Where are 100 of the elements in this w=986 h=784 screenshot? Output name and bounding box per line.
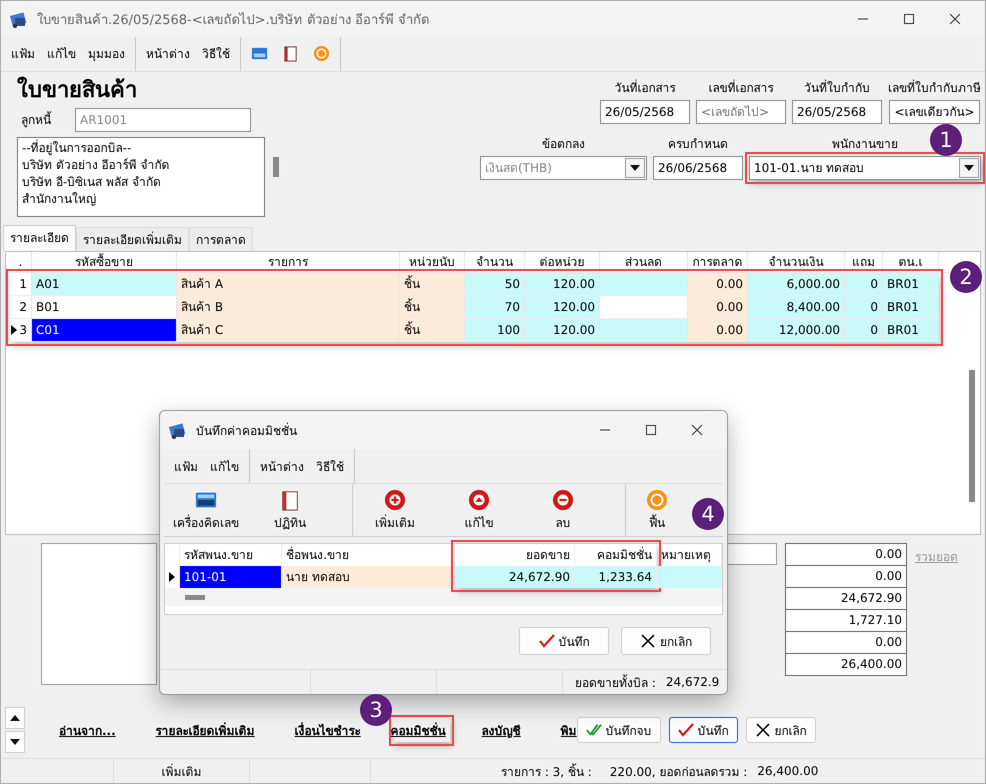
scroll-down-button[interactable] bbox=[5, 731, 25, 754]
row-number: 2 bbox=[19, 298, 27, 316]
document-field[interactable]: 26/05/2568 bbox=[792, 100, 882, 124]
menu-item[interactable]: แฟ้ม bbox=[11, 44, 35, 64]
table-cell[interactable]: ชิ้น bbox=[400, 318, 465, 341]
menu-item[interactable]: หน้าต่าง bbox=[260, 456, 304, 476]
table-cell[interactable]: ชิ้น bbox=[400, 296, 465, 318]
table-cell[interactable]: 0 bbox=[845, 318, 883, 341]
debtor-field[interactable]: AR1001 bbox=[75, 108, 251, 132]
table-cell[interactable]: 50 bbox=[465, 272, 525, 295]
field-label: ลูกหนี้ bbox=[21, 110, 51, 130]
menu-item[interactable]: แก้ไข bbox=[47, 44, 76, 64]
menu-item[interactable]: วิธีใช้ bbox=[316, 456, 344, 476]
action-link[interactable]: เงื่อนไขชำระ bbox=[294, 720, 361, 740]
table-cell[interactable]: 70 bbox=[465, 296, 525, 318]
action-link[interactable]: พิม bbox=[560, 720, 577, 740]
scroll-thumb[interactable] bbox=[273, 156, 279, 177]
address-box[interactable]: --ที่อยู่ในการออกบิล-- บริษัท ตัวอย่าง อีอาร์พี จำกัด บริษัท อี-บิซิเนส พลัส จำกัด สำนักงานใหญ่ bbox=[17, 136, 265, 217]
action-link[interactable]: รายละเอียดเพิ่มเติม bbox=[156, 720, 255, 740]
close-icon[interactable] bbox=[949, 13, 961, 25]
menu-item[interactable]: แฟ้ม bbox=[174, 456, 198, 476]
action-button[interactable]: บันทึก bbox=[668, 717, 738, 744]
total-field: 0.00 bbox=[785, 632, 907, 654]
double-check-icon bbox=[586, 723, 602, 738]
table-cell[interactable]: 1,233.64 bbox=[574, 566, 657, 588]
due-date-field[interactable]: 26/06/2568 bbox=[653, 156, 743, 180]
table-cell[interactable]: 12,000.00 bbox=[748, 318, 845, 341]
menu-item[interactable]: วิธีใช้ bbox=[202, 44, 230, 64]
table-cell[interactable]: 0 bbox=[845, 296, 883, 318]
menu-item[interactable]: มุมมอง bbox=[88, 44, 125, 64]
scroll-thumb[interactable] bbox=[969, 370, 975, 502]
table-cell[interactable]: A01 bbox=[32, 272, 177, 295]
check-icon bbox=[538, 634, 554, 648]
total-field: 0.00 bbox=[785, 566, 907, 588]
toolbar-button[interactable]: แก้ไข bbox=[437, 484, 521, 536]
action-link[interactable]: คอมมิชชั่น bbox=[390, 724, 446, 738]
toolbar-button[interactable]: ฟื้น bbox=[625, 484, 688, 536]
total-field: 1,727.10 bbox=[785, 610, 907, 632]
refresh-icon bbox=[646, 488, 668, 510]
table-cell[interactable]: 100 bbox=[465, 318, 525, 341]
table-cell[interactable]: BR01 bbox=[883, 318, 939, 341]
toolbar-button[interactable]: ลบ bbox=[521, 484, 605, 536]
table-cell[interactable]: 0.00 bbox=[688, 272, 748, 295]
dialog-button[interactable]: ยกเลิก bbox=[621, 627, 711, 655]
table-cell[interactable]: BR01 bbox=[883, 272, 939, 295]
table-cell[interactable]: สินค้า B bbox=[177, 296, 400, 318]
table-cell[interactable]: สินค้า C bbox=[177, 318, 400, 341]
table-cell[interactable]: 120.00 bbox=[525, 296, 600, 318]
document-field[interactable]: <เลขเดียวกัน> bbox=[889, 100, 980, 124]
table-cell[interactable]: นาย ทดสอบ bbox=[282, 566, 455, 588]
table-cell[interactable]: 0 bbox=[845, 272, 883, 295]
address-line: --ที่อยู่ในการออกบิล-- bbox=[22, 140, 132, 157]
table-cell[interactable]: 0.00 bbox=[688, 318, 748, 341]
table-cell[interactable]: 0.00 bbox=[688, 296, 748, 318]
action-link[interactable]: อ่านจาก... bbox=[59, 720, 116, 740]
tab[interactable]: รายละเอียดเพิ่มเติม bbox=[76, 226, 189, 251]
toolbar-button[interactable]: เครื่องคิดเลข bbox=[164, 484, 248, 536]
scroll-thumb[interactable] bbox=[185, 594, 205, 600]
notes-box[interactable] bbox=[41, 543, 157, 686]
menu-item[interactable]: หน้าต่าง bbox=[146, 44, 190, 64]
field-label: เลขที่เอกสาร bbox=[708, 78, 774, 97]
table-cell[interactable] bbox=[600, 318, 688, 341]
table-cell[interactable]: 120.00 bbox=[525, 318, 600, 341]
action-link[interactable]: ลงบัญชี bbox=[482, 720, 521, 740]
table-cell[interactable]: 6,000.00 bbox=[748, 272, 845, 295]
status-text: รายการ : 3, ชิ้น : bbox=[500, 762, 592, 781]
action-button[interactable]: บันทึกจบ bbox=[576, 717, 661, 744]
tab[interactable]: รายละเอียด bbox=[3, 224, 76, 251]
close-icon[interactable] bbox=[691, 424, 703, 436]
salesperson-dropdown[interactable]: 101-01.นาย ทดสอบ bbox=[749, 156, 981, 180]
table-cell[interactable]: 101-01 bbox=[180, 566, 282, 588]
menu-item[interactable]: แก้ไข bbox=[210, 456, 239, 476]
document-field[interactable]: <เลขถัดไป> bbox=[696, 100, 786, 124]
field-label: พนักงานขาย bbox=[832, 136, 898, 153]
dialog-button[interactable]: บันทึก bbox=[519, 627, 609, 655]
cross-icon bbox=[754, 723, 771, 738]
table-cell[interactable]: สินค้า A bbox=[177, 272, 400, 295]
toolbar-button[interactable]: เพิ่มเติม bbox=[352, 484, 437, 536]
table-cell[interactable]: 120.00 bbox=[525, 272, 600, 295]
table-cell[interactable] bbox=[656, 566, 722, 588]
table-cell[interactable]: BR01 bbox=[883, 296, 939, 318]
document-field[interactable]: 26/05/2568 bbox=[600, 100, 690, 124]
action-button[interactable]: ยกเลิก bbox=[746, 717, 816, 744]
field-label: วันที่ใบกำกับ bbox=[804, 78, 870, 97]
dropdown-arrow-icon bbox=[630, 164, 640, 171]
plus-icon bbox=[384, 488, 406, 510]
table-cell[interactable]: 8,400.00 bbox=[748, 296, 845, 318]
maximize-icon[interactable] bbox=[903, 13, 915, 25]
scroll-up-button[interactable] bbox=[5, 707, 25, 730]
cross-icon bbox=[640, 634, 656, 648]
calendar-icon[interactable] bbox=[282, 45, 299, 62]
row-number: 1 bbox=[19, 276, 27, 293]
table-cell[interactable] bbox=[600, 272, 688, 295]
toolbar-button[interactable]: ปฏิทิน bbox=[248, 484, 332, 536]
maximize-icon[interactable] bbox=[645, 424, 657, 436]
table-cell[interactable]: C01 bbox=[32, 318, 177, 341]
table-cell[interactable]: 24,672.90 bbox=[454, 566, 575, 588]
field-label: ครบกำหนด bbox=[668, 136, 728, 153]
table-cell[interactable]: ชิ้น bbox=[400, 272, 465, 295]
tab[interactable]: การตลาด bbox=[189, 226, 253, 251]
